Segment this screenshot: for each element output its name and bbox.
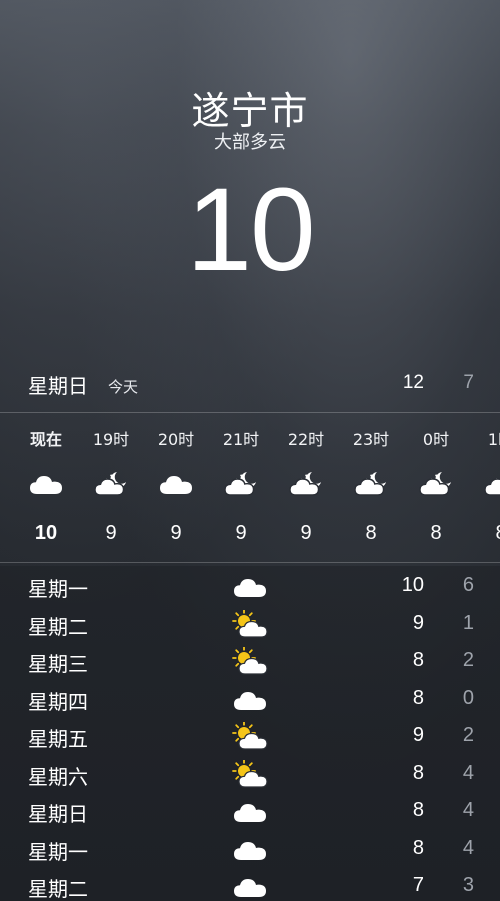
- partly-cloudy-night-icon: [223, 470, 259, 496]
- hourly-item: 22时 9: [274, 414, 338, 560]
- day-name: 星期四: [28, 689, 88, 714]
- partly-sunny-icon: [232, 722, 268, 750]
- partly-cloudy-night-icon: [288, 470, 324, 496]
- hourly-time: 19时: [92, 430, 130, 449]
- hourly-item: 现在 10: [14, 414, 78, 560]
- partly-cloudy-night-icon: [418, 470, 454, 496]
- day-name: 星期三: [28, 652, 88, 676]
- cloudy-icon: [28, 470, 64, 496]
- daily-forecast-row: 星期六 8 4: [0, 756, 500, 793]
- day-low-temp: 2: [462, 649, 474, 671]
- day-low-temp: 0: [462, 686, 474, 709]
- hourly-item: 19时 9: [79, 414, 143, 560]
- day-high-temp: 9: [412, 724, 424, 746]
- day-name: 星期六: [28, 764, 88, 789]
- weather-screen: 遂宁市 大部多云 10 星期日 今天 12 7 现在 10 19时 9 20时 9 21时 9…: [0, 0, 500, 901]
- day-low-temp: 2: [462, 724, 474, 746]
- daily-forecast-row: 星期日 8 4: [0, 793, 500, 830]
- hourly-temperature: 9: [300, 522, 312, 544]
- partly-cloudy-night-icon: [483, 470, 500, 496]
- day-name: 星期一: [28, 577, 88, 601]
- day-low-temp: 6: [462, 574, 474, 596]
- daily-forecast-row: 星期四 8 0: [0, 681, 500, 718]
- today-label: 今天: [108, 378, 139, 396]
- cloudy-icon: [232, 797, 268, 825]
- hourly-time: 20时: [157, 430, 195, 449]
- day-high-temp: 10: [401, 574, 424, 596]
- divider-bottom: [0, 562, 500, 563]
- city-name: 遂宁市: [191, 89, 309, 133]
- daily-forecast-row: 星期二 9 1: [0, 606, 500, 643]
- cloudy-icon: [232, 572, 268, 600]
- partly-cloudy-night-icon: [93, 470, 129, 496]
- hourly-temperature: 9: [170, 522, 182, 544]
- today-low-temp: 7: [463, 372, 474, 393]
- day-low-temp: 3: [462, 874, 474, 896]
- cloudy-icon: [232, 685, 268, 713]
- day-high-temp: 8: [412, 761, 424, 784]
- hourly-temperature: 9: [235, 522, 247, 544]
- hourly-temperature: 10: [34, 522, 58, 544]
- day-name: 星期一: [28, 839, 88, 864]
- cloudy-icon: [232, 835, 268, 863]
- hourly-item: 21时 9: [209, 414, 273, 560]
- hourly-item: 23时 8: [339, 414, 403, 560]
- today-high-temp: 12: [402, 372, 424, 393]
- partly-sunny-icon: [232, 759, 268, 788]
- hourly-time: 21时: [222, 430, 260, 449]
- day-high-temp: 8: [412, 836, 424, 859]
- hourly-temperature: 9: [105, 522, 117, 544]
- day-high-temp: 9: [412, 611, 424, 634]
- hourly-time: 23时: [352, 430, 390, 449]
- day-low-temp: 4: [462, 799, 474, 821]
- day-low-temp: 1: [462, 611, 474, 634]
- partly-cloudy-night-icon: [353, 470, 389, 496]
- hourly-time: 0时: [422, 430, 450, 449]
- hourly-item: 20时 9: [144, 414, 208, 560]
- day-low-temp: 4: [462, 836, 474, 859]
- daily-forecast-row: 星期一 8 4: [0, 831, 500, 868]
- hourly-temperature: 8: [469, 522, 500, 545]
- day-name: 星期五: [28, 727, 88, 751]
- day-low-temp: 4: [462, 761, 474, 784]
- divider-top: [0, 412, 500, 413]
- day-high-temp: 8: [412, 649, 424, 671]
- day-name: 星期日: [28, 802, 88, 826]
- hourly-temperature: 8: [430, 522, 442, 544]
- hourly-item: 1时 8: [469, 414, 500, 560]
- hourly-time: 现在: [29, 430, 62, 449]
- cloudy-icon: [232, 872, 268, 900]
- hourly-item: 0时 8: [404, 414, 468, 560]
- day-high-temp: 8: [412, 686, 424, 709]
- hourly-time: 1时: [487, 430, 500, 449]
- daily-forecast-row: 星期一 10 6: [0, 568, 500, 605]
- daily-forecast-row: 星期三 8 2: [0, 643, 500, 680]
- partly-sunny-icon: [232, 609, 268, 638]
- hourly-time: 22时: [287, 430, 325, 449]
- partly-sunny-icon: [232, 647, 268, 675]
- cloudy-icon: [158, 470, 194, 496]
- hourly-temperature: 8: [365, 522, 377, 544]
- day-high-temp: 7: [412, 874, 424, 896]
- day-name: 星期二: [28, 877, 88, 901]
- current-condition: 大部多云: [214, 132, 286, 153]
- day-name: 星期二: [28, 614, 88, 639]
- day-high-temp: 8: [412, 799, 424, 821]
- current-temperature: 10: [186, 164, 315, 296]
- hourly-forecast-strip[interactable]: 现在 10 19时 9 20时 9 21时 9 22时 9 23时 8 0时 8 1时 8: [0, 414, 500, 560]
- today-summary-row: 星期日 今天 12 7: [0, 366, 500, 404]
- daily-forecast-row: 星期五 9 2: [0, 718, 500, 755]
- daily-forecast-list[interactable]: 星期一 10 6 星期二 9 1 星期三 8 2 星期四 8 0 星期五 9 2 星期六 8 4 星期日 8 4 星期一 8…: [0, 566, 500, 901]
- today-day-name: 星期日: [28, 374, 88, 398]
- daily-forecast-row: 星期二 7 3: [0, 868, 500, 901]
